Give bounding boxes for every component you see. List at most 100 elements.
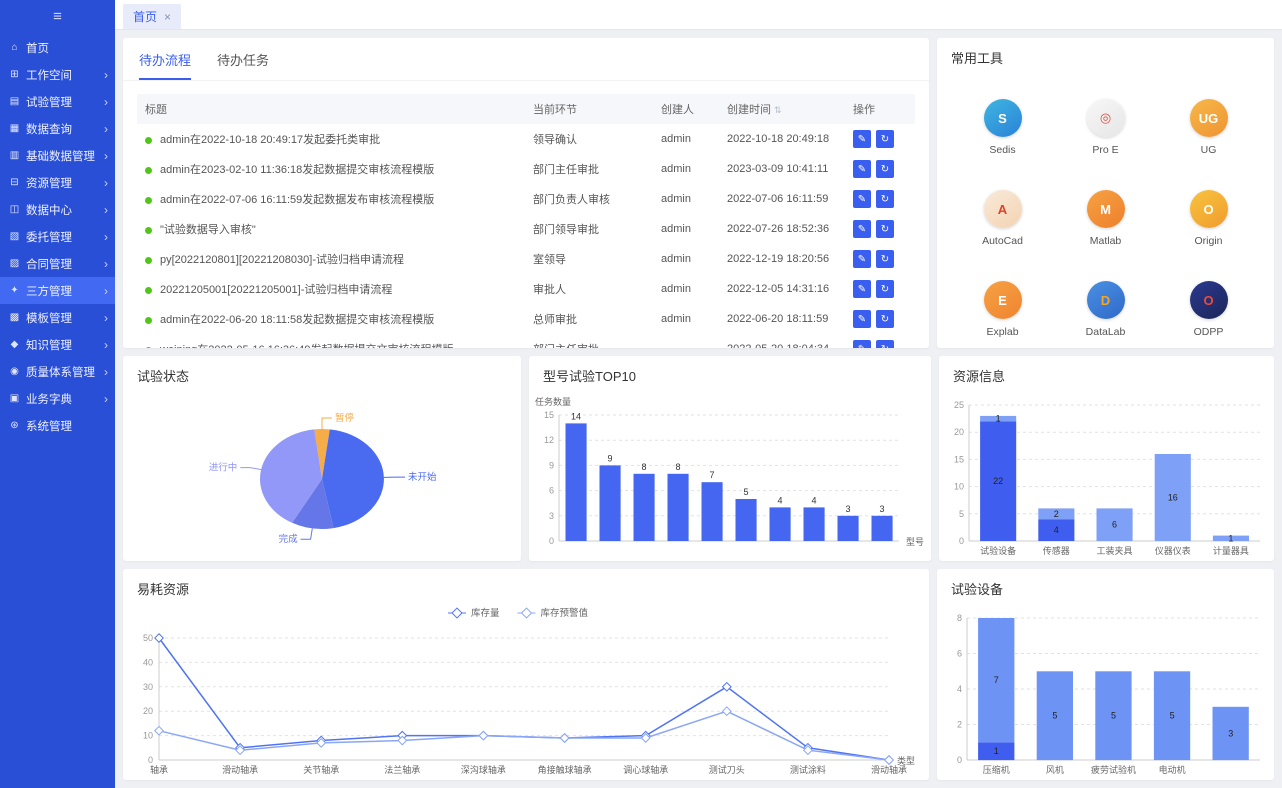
common-tools-panel: 常用工具 SSedis◎Pro EUGUGAAutoCadMMatlabOOri…	[937, 38, 1274, 348]
svg-text:3: 3	[1228, 728, 1233, 738]
status-dot	[145, 347, 152, 348]
data-center-icon: ◫	[7, 204, 22, 215]
row-title[interactable]: py[2022120801][20221208030]-试验归档申请流程	[160, 254, 404, 266]
status-dot	[145, 287, 152, 294]
chevron-right-icon: ›	[102, 95, 108, 109]
sidebar-collapse-button[interactable]: ≡	[0, 0, 115, 32]
tool-name: AutoCad	[982, 235, 1023, 247]
sidebar-item-template-mgmt[interactable]: ▩模板管理›	[0, 304, 115, 331]
edit-button[interactable]: ✎	[853, 160, 871, 178]
row-step: 部门主任审批	[525, 154, 653, 184]
process-button[interactable]: ↻	[876, 160, 894, 178]
svg-text:2: 2	[1054, 509, 1059, 519]
row-title[interactable]: admin在2022-06-20 18:11:58发起数据提交审核流程模版	[160, 314, 434, 326]
pencil-icon: ✎	[858, 224, 866, 235]
sidebar-item-resource-mgmt[interactable]: ⊟资源管理›	[0, 169, 115, 196]
tool-origin[interactable]: OOrigin	[1157, 190, 1260, 247]
sidebar-menu: ⌂首页⊞工作空间›▤试验管理›▦数据查询›▥基础数据管理›⊟资源管理›◫数据中心…	[0, 32, 115, 788]
process-button[interactable]: ↻	[876, 220, 894, 238]
svg-text:库存预警值: 库存预警值	[541, 607, 589, 619]
process-button[interactable]: ↻	[876, 310, 894, 328]
svg-text:深沟球轴承: 深沟球轴承	[461, 764, 506, 775]
row-title[interactable]: admin在2022-07-06 16:11:59发起数据发布审核流程模版	[160, 194, 434, 206]
edit-button[interactable]: ✎	[853, 190, 871, 208]
sidebar-item-test-mgmt[interactable]: ▤试验管理›	[0, 88, 115, 115]
svg-text:型号: 型号	[906, 537, 924, 547]
process-button[interactable]: ↻	[876, 130, 894, 148]
svg-text:6: 6	[1112, 520, 1117, 530]
tool-pro-e[interactable]: ◎Pro E	[1054, 99, 1157, 156]
workspace-icon: ⊞	[7, 69, 22, 80]
edit-button[interactable]: ✎	[853, 250, 871, 268]
sidebar-item-label: 资源管理	[26, 175, 102, 191]
process-icon: ↻	[881, 164, 889, 175]
svg-text:20: 20	[143, 706, 153, 716]
svg-text:工装夹具: 工装夹具	[1096, 545, 1132, 556]
edit-button[interactable]: ✎	[853, 310, 871, 328]
svg-text:进行中: 进行中	[209, 462, 238, 474]
sort-icon[interactable]: ⇅	[774, 105, 782, 115]
process-button[interactable]: ↻	[876, 280, 894, 298]
edit-button[interactable]: ✎	[853, 130, 871, 148]
svg-text:4: 4	[957, 684, 962, 694]
sidebar-item-contract-mgmt[interactable]: ▨合同管理›	[0, 250, 115, 277]
row-title-cell: weining在2022-05-16 16:36:49发起数据提交文审核流程模版	[137, 334, 525, 348]
row-title[interactable]: weining在2022-05-16 16:36:49发起数据提交文审核流程模版	[160, 344, 453, 348]
sidebar-item-commission-mgmt[interactable]: ▧委托管理›	[0, 223, 115, 250]
tab-todo-process[interactable]: 待办流程	[139, 50, 191, 80]
sidebar-item-label: 三方管理	[26, 283, 102, 299]
close-icon[interactable]: ×	[164, 10, 171, 24]
chevron-right-icon: ›	[102, 149, 108, 163]
tool-explab[interactable]: EExplab	[951, 281, 1054, 338]
explab-icon: E	[984, 281, 1022, 319]
sidebar-item-home[interactable]: ⌂首页	[0, 34, 115, 61]
tool-ug[interactable]: UGUG	[1157, 99, 1260, 156]
edit-button[interactable]: ✎	[853, 220, 871, 238]
process-button[interactable]: ↻	[876, 250, 894, 268]
chevron-right-icon: ›	[102, 203, 108, 217]
tool-sedis[interactable]: SSedis	[951, 99, 1054, 156]
process-button[interactable]: ↻	[876, 190, 894, 208]
sidebar-item-base-data-mgmt[interactable]: ▥基础数据管理›	[0, 142, 115, 169]
sidebar-item-quality-mgmt[interactable]: ◉质量体系管理›	[0, 358, 115, 385]
tool-matlab[interactable]: MMatlab	[1054, 190, 1157, 247]
sidebar-item-label: 试验管理	[26, 94, 102, 110]
table-header-row: 标题 当前环节 创建人 创建时间⇅ 操作	[137, 94, 915, 124]
edit-button[interactable]: ✎	[853, 280, 871, 298]
autocad-icon: A	[984, 190, 1022, 228]
sidebar-item-data-query[interactable]: ▦数据查询›	[0, 115, 115, 142]
svg-text:完成: 完成	[279, 533, 299, 545]
edit-button[interactable]: ✎	[853, 340, 871, 348]
chevron-right-icon: ›	[102, 230, 108, 244]
quality-icon: ◉	[7, 366, 22, 377]
svg-text:1: 1	[994, 746, 999, 756]
chevron-right-icon: ›	[102, 122, 108, 136]
sidebar-item-knowledge-mgmt[interactable]: ◆知识管理›	[0, 331, 115, 358]
tab-label: 首页	[133, 8, 157, 25]
row-created: 2022-07-06 16:11:59	[719, 184, 845, 214]
sidebar-item-system-mgmt[interactable]: ⊛系统管理	[0, 412, 115, 439]
tool-datalab[interactable]: DDataLab	[1054, 281, 1157, 338]
row-title[interactable]: "试验数据导入审核"	[160, 224, 256, 236]
table-row: admin在2022-07-06 16:11:59发起数据发布审核流程模版部门负…	[137, 184, 915, 214]
svg-text:7: 7	[709, 470, 714, 480]
svg-text:7: 7	[994, 675, 999, 685]
row-title[interactable]: admin在2022-10-18 20:49:17发起委托类审批	[160, 134, 380, 146]
sidebar-item-workspace[interactable]: ⊞工作空间›	[0, 61, 115, 88]
svg-text:法兰轴承: 法兰轴承	[384, 764, 420, 775]
tool-odpp[interactable]: OODPP	[1157, 281, 1260, 338]
table-row: admin在2023-02-10 11:36:18发起数据提交审核流程模版 部门主…	[137, 154, 915, 184]
sidebar-item-dictionary[interactable]: ▣业务字典›	[0, 385, 115, 412]
row-title[interactable]: 20221205001[20221205001]-试验归档申请流程	[160, 284, 392, 296]
row-title[interactable]: admin在2023-02-10 11:36:18发起数据提交审核流程模版	[160, 164, 434, 176]
tab-home[interactable]: 首页 ×	[123, 4, 181, 29]
sidebar-item-data-center[interactable]: ◫数据中心›	[0, 196, 115, 223]
chevron-right-icon: ›	[102, 284, 108, 298]
status-dot	[145, 227, 152, 234]
process-button[interactable]: ↻	[876, 340, 894, 348]
tab-todo-task[interactable]: 待办任务	[217, 50, 269, 80]
tool-autocad[interactable]: A AutoCad	[951, 190, 1054, 247]
consumable-line-chart: 01020304050类型轴承滑动轴承关节轴承法兰轴承深沟球轴承角接触球轴承调心…	[123, 602, 929, 780]
datalab-icon: D	[1087, 281, 1125, 319]
sidebar-item-third-party-mgmt[interactable]: ✦三方管理›	[0, 277, 115, 304]
